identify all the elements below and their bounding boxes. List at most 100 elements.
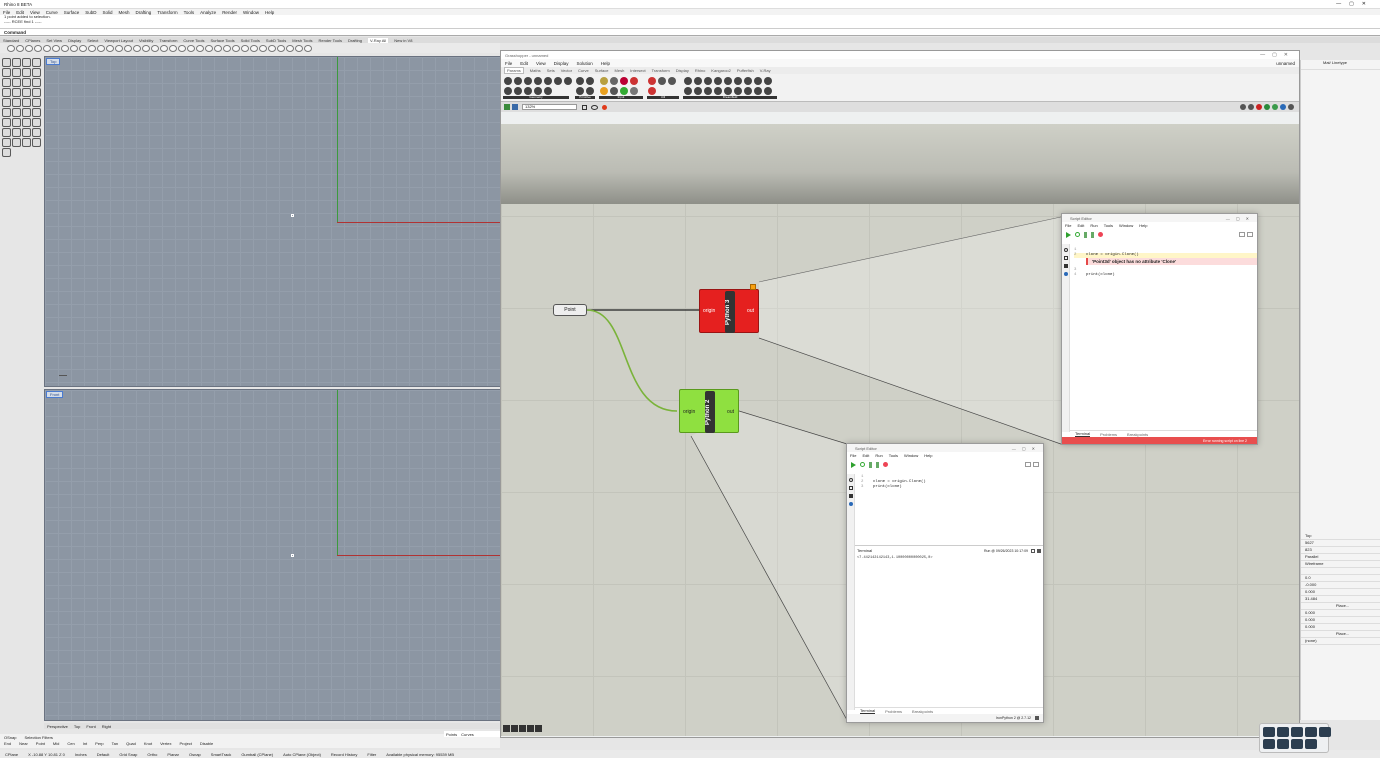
show-icon[interactable] bbox=[204, 44, 213, 52]
gh-tab-kangaroo2[interactable]: Kangaroo2 bbox=[711, 68, 731, 73]
python-icon[interactable] bbox=[276, 44, 285, 52]
mirror-icon[interactable] bbox=[2, 118, 11, 127]
component-icon[interactable] bbox=[714, 77, 722, 85]
rectangle-icon[interactable] bbox=[32, 68, 41, 77]
menu-help[interactable]: Help bbox=[265, 10, 274, 15]
component-icon[interactable] bbox=[734, 87, 742, 95]
tray-icon[interactable] bbox=[1263, 727, 1275, 737]
gh-tab-sets[interactable]: Sets bbox=[547, 68, 555, 73]
gh-tab-transform[interactable]: Transform bbox=[652, 68, 670, 73]
editor-menu-run[interactable]: Run bbox=[1090, 223, 1097, 228]
window-controls[interactable]: —▢✕ bbox=[1336, 1, 1380, 7]
surface-param-icon[interactable] bbox=[544, 77, 552, 85]
tray-icon[interactable] bbox=[1263, 739, 1275, 749]
gh-tab-intersect[interactable]: Intersect bbox=[630, 68, 645, 73]
tab-new-in-v8[interactable]: New in V8 bbox=[394, 38, 412, 43]
viewport-label-top[interactable]: Top bbox=[46, 58, 61, 65]
status-cplane[interactable]: CPlane bbox=[5, 752, 18, 757]
layout-toggle-icon[interactable] bbox=[1033, 462, 1039, 467]
point-object[interactable] bbox=[291, 554, 294, 557]
gh-tab-curve[interactable]: Curve bbox=[578, 68, 589, 73]
scale-icon[interactable] bbox=[32, 108, 41, 117]
circle-icon[interactable] bbox=[12, 68, 21, 77]
analyze-icon[interactable] bbox=[32, 128, 41, 137]
step-icon[interactable] bbox=[869, 461, 872, 468]
filter-points[interactable]: Points bbox=[446, 732, 457, 737]
grasshopper-icon[interactable] bbox=[267, 44, 276, 52]
layout-toggle-icon[interactable] bbox=[1247, 232, 1253, 237]
panel-toggle-icon[interactable] bbox=[1239, 232, 1245, 237]
show-hide-icon[interactable] bbox=[1280, 104, 1286, 110]
tray-icon[interactable] bbox=[1305, 727, 1317, 737]
front-viewport[interactable]: Front bbox=[44, 389, 501, 721]
new-icon[interactable] bbox=[6, 44, 15, 52]
box-icon[interactable] bbox=[32, 88, 41, 97]
line-param-icon[interactable] bbox=[524, 87, 532, 95]
preview-quality-icon[interactable] bbox=[1272, 104, 1278, 110]
zoom-selected-icon[interactable] bbox=[150, 44, 159, 52]
properties-icon[interactable] bbox=[231, 44, 240, 52]
osnap-quad[interactable]: Quad bbox=[126, 741, 136, 746]
trash-icon[interactable] bbox=[1037, 548, 1041, 553]
gh-menu-solution[interactable]: Solution bbox=[576, 61, 592, 66]
panel-icon[interactable] bbox=[610, 77, 618, 85]
tab-surface-tools[interactable]: Surface Tools bbox=[210, 38, 234, 43]
widget-icon[interactable] bbox=[527, 725, 534, 732]
vp-tab-top[interactable]: Top bbox=[74, 724, 80, 729]
viewport-label-front[interactable]: Front bbox=[46, 391, 64, 398]
gh-menu-view[interactable]: View bbox=[536, 61, 546, 66]
graph-icon[interactable] bbox=[630, 77, 638, 85]
gh-tab-maths[interactable]: Maths bbox=[530, 68, 541, 73]
loft-icon[interactable] bbox=[22, 88, 31, 97]
editor-menu-run[interactable]: Run bbox=[875, 453, 882, 458]
prop-value[interactable]: 0.000 bbox=[1301, 610, 1380, 617]
boolean-icon[interactable] bbox=[22, 128, 31, 137]
tab-select[interactable]: Select bbox=[87, 38, 98, 43]
tray-icon[interactable] bbox=[1305, 739, 1317, 749]
cut-icon[interactable] bbox=[60, 44, 69, 52]
tab-subd-tools[interactable]: SubD Tools bbox=[266, 38, 286, 43]
component-icon[interactable] bbox=[704, 77, 712, 85]
rotate-view-icon[interactable] bbox=[114, 44, 123, 52]
status-record-history[interactable]: Record History bbox=[331, 752, 357, 757]
packages-icon[interactable] bbox=[1064, 264, 1068, 268]
status-gumball[interactable]: Gumball (CPlane) bbox=[241, 752, 273, 757]
packages-icon[interactable] bbox=[849, 494, 853, 498]
component-icon[interactable] bbox=[684, 77, 692, 85]
prop-value[interactable]: 0.000 bbox=[1301, 624, 1380, 631]
wire-display-icon[interactable] bbox=[1240, 104, 1246, 110]
osnap-cen[interactable]: Cen bbox=[67, 741, 74, 746]
data-dam-icon[interactable] bbox=[648, 77, 656, 85]
place-button[interactable]: Place... bbox=[1301, 603, 1380, 610]
search-icon[interactable] bbox=[849, 478, 853, 482]
splitter[interactable] bbox=[855, 545, 1043, 546]
widget-icon[interactable] bbox=[511, 725, 518, 732]
line-icon[interactable] bbox=[32, 58, 41, 67]
tray-icon[interactable] bbox=[1277, 739, 1289, 749]
run-icon[interactable] bbox=[851, 461, 856, 468]
open-file-icon[interactable] bbox=[504, 104, 510, 110]
mesh-icon[interactable] bbox=[22, 98, 31, 107]
fitness-icon[interactable] bbox=[648, 87, 656, 95]
stop-icon[interactable] bbox=[1098, 232, 1103, 237]
editor-menu-window[interactable]: Window bbox=[1119, 223, 1133, 228]
array-icon[interactable] bbox=[12, 118, 21, 127]
undo-icon[interactable] bbox=[87, 44, 96, 52]
menu-window[interactable]: Window bbox=[243, 10, 259, 15]
split-icon[interactable] bbox=[32, 118, 41, 127]
point-icon[interactable] bbox=[12, 58, 21, 67]
explorer-icon[interactable] bbox=[1064, 256, 1068, 260]
python2-node[interactable]: origin out Python 2 bbox=[679, 389, 739, 433]
light-icon[interactable] bbox=[258, 44, 267, 52]
tab-viewport-layout[interactable]: Viewport Layout bbox=[104, 38, 133, 43]
text-param-icon[interactable] bbox=[586, 87, 594, 95]
gh-tab-display[interactable]: Display bbox=[676, 68, 689, 73]
point-param-node[interactable]: Point bbox=[553, 304, 587, 316]
prop-value[interactable]: -0.000 bbox=[1301, 582, 1380, 589]
gh-menu-help[interactable]: Help bbox=[601, 61, 610, 66]
number-param-icon[interactable] bbox=[576, 77, 584, 85]
boolean-param-icon[interactable] bbox=[576, 87, 584, 95]
python2-output-out[interactable]: out bbox=[727, 409, 734, 415]
status-smarttrack[interactable]: SmartTrack bbox=[211, 752, 232, 757]
component-icon[interactable] bbox=[734, 77, 742, 85]
